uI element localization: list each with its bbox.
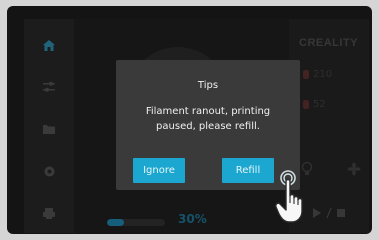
tips-dialog: Tips Filament ranout, printing paused, p… [116, 60, 300, 190]
ignore-button[interactable]: Ignore [133, 158, 185, 183]
refill-button[interactable]: Refill [222, 158, 274, 183]
printer-display-bezel: 30% CREALITY 210 52 Tips Filament ranout… [7, 6, 372, 234]
dialog-message: Filament ranout, printing paused, please… [145, 106, 271, 132]
dialog-title: Tips [197, 80, 219, 91]
pointing-hand-icon [275, 169, 315, 225]
touch-screen: 30% CREALITY 210 52 Tips Filament ranout… [24, 19, 369, 233]
